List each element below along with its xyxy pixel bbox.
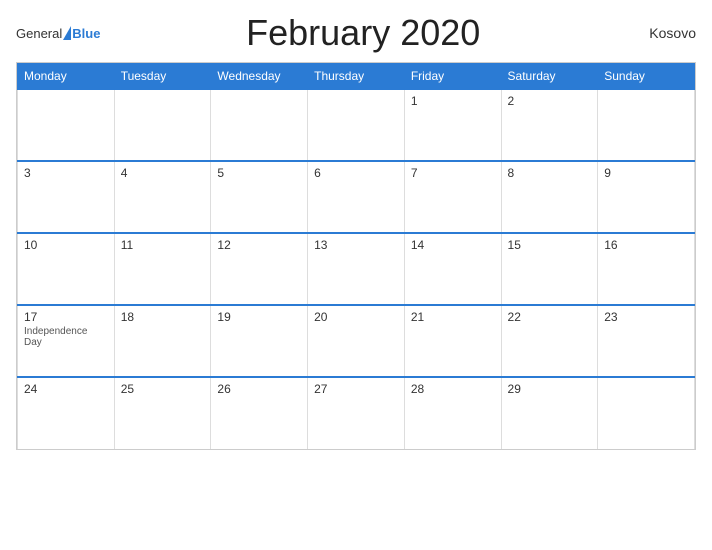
day-number: 18 [121,310,205,324]
day-number: 25 [121,382,205,396]
col-friday: Friday [404,64,501,90]
calendar-cell [308,89,405,161]
calendar-cell: 18 [114,305,211,377]
calendar-cell [598,377,695,449]
calendar-week-row: 12 [18,89,695,161]
calendar-cell [211,89,308,161]
logo-triangle-icon [63,26,71,40]
day-number: 5 [217,166,301,180]
day-number: 15 [508,238,592,252]
day-number: 10 [24,238,108,252]
logo: General Blue [16,26,100,41]
calendar-cell: 7 [404,161,501,233]
calendar-page: General Blue February 2020 Kosovo Monday… [0,0,712,550]
calendar-cell: 28 [404,377,501,449]
calendar-cell: 6 [308,161,405,233]
col-thursday: Thursday [308,64,405,90]
col-monday: Monday [18,64,115,90]
calendar-week-row: 3456789 [18,161,695,233]
col-saturday: Saturday [501,64,598,90]
calendar-cell: 14 [404,233,501,305]
day-number: 28 [411,382,495,396]
day-number: 12 [217,238,301,252]
day-number: 14 [411,238,495,252]
day-number: 3 [24,166,108,180]
calendar-cell: 22 [501,305,598,377]
day-number: 27 [314,382,398,396]
calendar-cell: 12 [211,233,308,305]
calendar-cell: 24 [18,377,115,449]
calendar-cell: 15 [501,233,598,305]
day-number: 6 [314,166,398,180]
calendar-cell: 9 [598,161,695,233]
calendar-cell: 20 [308,305,405,377]
calendar-cell: 5 [211,161,308,233]
day-number: 22 [508,310,592,324]
day-number: 20 [314,310,398,324]
day-number: 19 [217,310,301,324]
day-number: 1 [411,94,495,108]
calendar-cell: 4 [114,161,211,233]
day-number: 9 [604,166,688,180]
logo-general-text: General [16,26,62,41]
calendar-cell: 19 [211,305,308,377]
day-number: 16 [604,238,688,252]
col-wednesday: Wednesday [211,64,308,90]
day-event: Independence Day [24,326,108,348]
calendar-wrapper: Monday Tuesday Wednesday Thursday Friday… [16,62,696,450]
calendar-cell: 3 [18,161,115,233]
calendar-cell: 23 [598,305,695,377]
calendar-cell: 27 [308,377,405,449]
calendar-week-row: 24 25 26 27 28 29 [18,377,695,449]
calendar-header: General Blue February 2020 Kosovo [16,12,696,54]
calendar-week-row: 17 Independence Day 18 19 20 21 22 23 [18,305,695,377]
day-number: 8 [508,166,592,180]
day-number: 2 [508,94,592,108]
day-number: 29 [508,382,592,396]
day-number: 11 [121,238,205,252]
col-tuesday: Tuesday [114,64,211,90]
calendar-cell: 1 [404,89,501,161]
day-number: 17 [24,310,108,324]
calendar-cell: 25 [114,377,211,449]
calendar-cell: 21 [404,305,501,377]
calendar-cell: 10 [18,233,115,305]
day-number: 4 [121,166,205,180]
calendar-cell [114,89,211,161]
day-number: 7 [411,166,495,180]
col-sunday: Sunday [598,64,695,90]
calendar-title: February 2020 [100,12,626,54]
day-number: 26 [217,382,301,396]
country-label: Kosovo [626,25,696,41]
calendar-header-row: Monday Tuesday Wednesday Thursday Friday… [18,64,695,90]
calendar-table: Monday Tuesday Wednesday Thursday Friday… [17,63,695,449]
day-number: 23 [604,310,688,324]
day-number: 24 [24,382,108,396]
calendar-week-row: 10 11 12 13 14 15 16 [18,233,695,305]
calendar-cell [598,89,695,161]
calendar-cell: 17 Independence Day [18,305,115,377]
day-number: 21 [411,310,495,324]
calendar-cell [18,89,115,161]
calendar-cell: 29 [501,377,598,449]
calendar-cell: 16 [598,233,695,305]
calendar-cell: 8 [501,161,598,233]
calendar-cell: 11 [114,233,211,305]
calendar-cell: 2 [501,89,598,161]
calendar-cell: 26 [211,377,308,449]
calendar-cell: 13 [308,233,405,305]
logo-blue-text: Blue [72,26,100,41]
day-number: 13 [314,238,398,252]
